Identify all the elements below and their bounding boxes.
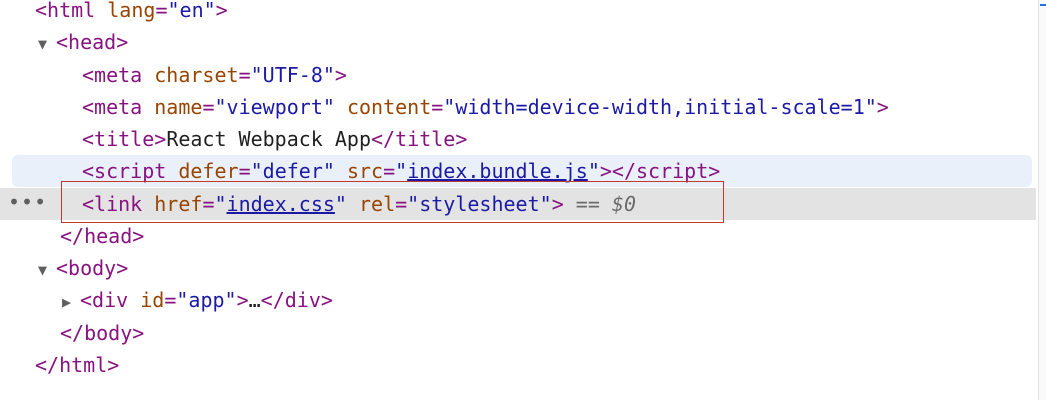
- tag-name: html: [59, 353, 108, 377]
- node-head-open[interactable]: ▼ <head>: [38, 26, 128, 58]
- tag-name: div: [284, 288, 321, 312]
- attribute-value[interactable]: defer: [263, 159, 323, 183]
- attribute-name[interactable]: charset: [154, 63, 238, 87]
- tag-name: meta: [94, 95, 143, 119]
- panel-accent-marker: [1040, 4, 1046, 6]
- more-actions-icon[interactable]: •••: [8, 188, 47, 220]
- attribute-value[interactable]: en: [180, 0, 204, 22]
- attribute-value[interactable]: viewport: [227, 95, 323, 119]
- node-div-app[interactable]: ▶ <div id="app">…</div>: [62, 284, 333, 316]
- node-meta-viewport[interactable]: <meta name="viewport" content="width=dev…: [82, 91, 889, 123]
- expand-triangle-down-icon[interactable]: ▼: [38, 28, 56, 60]
- panel-right-edge: [1038, 0, 1046, 400]
- expand-triangle-right-icon[interactable]: ▶: [62, 286, 80, 318]
- tag-name: head: [68, 30, 117, 54]
- node-body-close[interactable]: </body>: [60, 317, 144, 349]
- node-title[interactable]: <title>React Webpack App</title>: [82, 123, 467, 155]
- collapsed-children-ellipsis[interactable]: …: [249, 288, 261, 312]
- expand-triangle-down-icon[interactable]: ▼: [38, 254, 56, 286]
- tag-name: html: [47, 0, 96, 22]
- tag-name: head: [84, 224, 133, 248]
- attribute-name[interactable]: name: [154, 95, 202, 119]
- tag-name: body: [68, 256, 117, 280]
- tag-name: script: [94, 159, 167, 183]
- attribute-value[interactable]: UTF-8: [263, 63, 323, 87]
- attribute-name[interactable]: id: [140, 288, 164, 312]
- resource-link[interactable]: index.bundle.js: [407, 159, 588, 183]
- text-node[interactable]: React Webpack App: [166, 127, 371, 151]
- node-html-close[interactable]: </html>: [35, 349, 119, 381]
- node-meta-charset[interactable]: <meta charset="UTF-8">: [82, 59, 347, 91]
- attribute-name[interactable]: defer: [178, 159, 238, 183]
- tag-name: title: [94, 127, 155, 151]
- tag-name: body: [84, 321, 133, 345]
- node-head-close[interactable]: </head>: [60, 220, 144, 252]
- elements-panel: <html lang="en"> ▼ <head> <meta charset="…: [0, 0, 1046, 400]
- tag-name: div: [92, 288, 129, 312]
- attribute-name[interactable]: src: [347, 159, 383, 183]
- attribute-name[interactable]: content: [347, 95, 431, 119]
- node-body-open[interactable]: ▼ <body>: [38, 252, 128, 284]
- attribute-name[interactable]: lang: [107, 0, 155, 22]
- attribute-value[interactable]: width=device-width,initial-scale=1: [455, 95, 864, 119]
- node-html-open[interactable]: <html lang="en">: [35, 0, 228, 26]
- highlight-annotation-box: [61, 181, 724, 223]
- tag-name: title: [395, 127, 456, 151]
- tag-name: script: [635, 159, 709, 183]
- attribute-value[interactable]: app: [188, 288, 224, 312]
- tag-name: meta: [94, 63, 143, 87]
